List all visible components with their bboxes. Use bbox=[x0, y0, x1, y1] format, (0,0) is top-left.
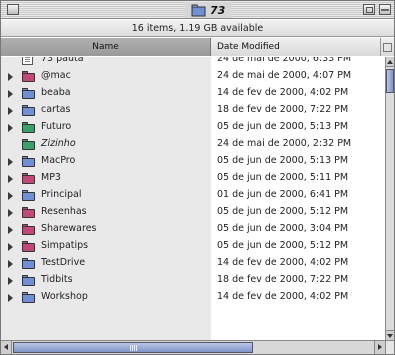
item-date-modified: 18 de fev de 2000, 7:22 PM bbox=[217, 104, 349, 115]
folder-icon[interactable] bbox=[22, 224, 35, 235]
disclosure-triangle-icon[interactable] bbox=[8, 107, 13, 115]
folder-icon bbox=[191, 4, 206, 16]
item-name[interactable]: Resenhas bbox=[41, 206, 87, 217]
list-item[interactable]: 73 pauta 24 de mai de 2000, 6:33 PM bbox=[1, 57, 385, 68]
list-item[interactable]: Simpatips 05 de jun de 2000, 5:12 PM bbox=[1, 238, 385, 255]
folder-icon[interactable] bbox=[22, 122, 35, 133]
item-date-modified: 05 de jun de 2000, 5:12 PM bbox=[217, 206, 349, 217]
item-date-modified: 01 de jun de 2000, 6:41 PM bbox=[217, 189, 349, 200]
disclosure-triangle-icon[interactable] bbox=[8, 124, 13, 132]
disclosure-triangle-icon[interactable] bbox=[8, 294, 13, 302]
item-date-modified: 18 de fev de 2000, 7:22 PM bbox=[217, 274, 349, 285]
folder-icon[interactable] bbox=[22, 139, 35, 150]
column-header: Name Date Modified bbox=[1, 38, 394, 56]
folder-icon[interactable] bbox=[22, 241, 35, 252]
folder-icon[interactable] bbox=[22, 258, 35, 269]
horizontal-scrollbar[interactable] bbox=[1, 340, 385, 354]
item-name[interactable]: Tidbits bbox=[41, 274, 73, 285]
item-date-modified: 24 de mai de 2000, 6:33 PM bbox=[217, 57, 352, 64]
item-name[interactable]: Simpatips bbox=[41, 240, 88, 251]
folder-icon[interactable] bbox=[22, 88, 35, 99]
scroll-left-arrow-icon[interactable] bbox=[1, 341, 12, 354]
sort-direction-button[interactable] bbox=[381, 38, 394, 56]
disclosure-triangle-icon[interactable] bbox=[8, 158, 13, 166]
window-title: 73 bbox=[185, 2, 232, 18]
item-date-modified: 05 de jun de 2000, 5:11 PM bbox=[217, 172, 349, 183]
folder-icon[interactable] bbox=[22, 105, 35, 116]
folder-icon[interactable] bbox=[22, 207, 35, 218]
folder-icon[interactable] bbox=[22, 71, 35, 82]
item-date-modified: 05 de jun de 2000, 5:13 PM bbox=[217, 155, 349, 166]
zoom-box-button[interactable] bbox=[363, 4, 375, 15]
item-date-modified: 05 de jun de 2000, 3:04 PM bbox=[217, 223, 349, 234]
disclosure-triangle-icon[interactable] bbox=[8, 90, 13, 98]
list-item[interactable]: Futuro 05 de jun de 2000, 5:13 PM bbox=[1, 119, 385, 136]
collapse-box-button[interactable] bbox=[379, 4, 391, 15]
item-name[interactable]: 73 pauta bbox=[41, 57, 84, 64]
list-item[interactable]: @mac 24 de mai de 2000, 4:07 PM bbox=[1, 68, 385, 85]
item-name[interactable]: beaba bbox=[41, 87, 71, 98]
item-name[interactable]: Principal bbox=[41, 189, 81, 200]
disclosure-triangle-icon[interactable] bbox=[8, 277, 13, 285]
window-title-text: 73 bbox=[210, 3, 226, 17]
item-name[interactable]: Workshop bbox=[41, 291, 88, 302]
list-item[interactable]: Zizinho 24 de mai de 2000, 2:32 PM bbox=[1, 136, 385, 153]
disclosure-triangle-icon[interactable] bbox=[8, 73, 13, 81]
disclosure-triangle-icon[interactable] bbox=[8, 243, 13, 251]
item-date-modified: 14 de fev de 2000, 4:02 PM bbox=[217, 291, 349, 302]
item-name[interactable]: Zizinho bbox=[41, 138, 76, 149]
resize-grow-box[interactable] bbox=[385, 340, 394, 354]
info-bar: 16 items, 1.19 GB available bbox=[1, 20, 394, 37]
item-name[interactable]: MacPro bbox=[41, 155, 75, 166]
list-item[interactable]: Workshop 14 de fev de 2000, 4:02 PM bbox=[1, 289, 385, 306]
item-date-modified: 14 de fev de 2000, 4:02 PM bbox=[217, 87, 349, 98]
disclosure-triangle-icon[interactable] bbox=[8, 175, 13, 183]
scroll-up-arrow-icon[interactable] bbox=[386, 57, 394, 67]
file-list: 73 pauta 24 de mai de 2000, 6:33 PM @mac 24… bbox=[1, 57, 385, 340]
list-item[interactable]: TestDrive 14 de fev de 2000, 4:02 PM bbox=[1, 255, 385, 272]
list-item[interactable]: Principal 01 de jun de 2000, 6:41 PM bbox=[1, 187, 385, 204]
list-item[interactable]: Tidbits 18 de fev de 2000, 7:22 PM bbox=[1, 272, 385, 289]
scroll-down-arrow-icon[interactable] bbox=[386, 330, 394, 340]
disclosure-triangle-icon[interactable] bbox=[8, 226, 13, 234]
list-item[interactable]: cartas 18 de fev de 2000, 7:22 PM bbox=[1, 102, 385, 119]
folder-icon[interactable] bbox=[22, 156, 35, 167]
item-date-modified: 24 de mai de 2000, 2:32 PM bbox=[217, 138, 352, 149]
item-name[interactable]: MP3 bbox=[41, 172, 61, 183]
disclosure-triangle-icon[interactable] bbox=[8, 192, 13, 200]
list-item[interactable]: MacPro 05 de jun de 2000, 5:13 PM bbox=[1, 153, 385, 170]
item-name[interactable]: Futuro bbox=[41, 121, 71, 132]
document-icon[interactable] bbox=[22, 57, 33, 65]
disclosure-triangle-icon[interactable] bbox=[8, 260, 13, 268]
folder-icon[interactable] bbox=[22, 292, 35, 303]
title-bar[interactable]: 73 bbox=[1, 1, 394, 19]
list-item[interactable]: beaba 14 de fev de 2000, 4:02 PM bbox=[1, 85, 385, 102]
folder-icon[interactable] bbox=[22, 173, 35, 184]
item-name[interactable]: TestDrive bbox=[41, 257, 85, 268]
item-date-modified: 24 de mai de 2000, 4:07 PM bbox=[217, 70, 352, 81]
vertical-scrollbar[interactable] bbox=[385, 57, 394, 340]
name-column-header[interactable]: Name bbox=[1, 38, 211, 56]
folder-icon[interactable] bbox=[22, 275, 35, 286]
date-modified-column-header[interactable]: Date Modified bbox=[211, 38, 381, 56]
item-date-modified: 05 de jun de 2000, 5:13 PM bbox=[217, 121, 349, 132]
finder-window: 73 16 items, 1.19 GB available Name Date… bbox=[0, 0, 395, 355]
item-name[interactable]: cartas bbox=[41, 104, 70, 115]
item-name[interactable]: @mac bbox=[41, 70, 71, 81]
disclosure-triangle-icon[interactable] bbox=[8, 209, 13, 217]
folder-icon[interactable] bbox=[22, 190, 35, 201]
list-item[interactable]: Resenhas 05 de jun de 2000, 5:12 PM bbox=[1, 204, 385, 221]
item-date-modified: 05 de jun de 2000, 5:12 PM bbox=[217, 240, 349, 251]
horizontal-scroll-thumb[interactable] bbox=[13, 342, 253, 353]
close-box-button[interactable] bbox=[7, 4, 19, 15]
item-name[interactable]: Sharewares bbox=[41, 223, 97, 234]
list-item[interactable]: Sharewares 05 de jun de 2000, 3:04 PM bbox=[1, 221, 385, 238]
scroll-right-arrow-icon[interactable] bbox=[374, 341, 385, 354]
item-date-modified: 14 de fev de 2000, 4:02 PM bbox=[217, 257, 349, 268]
list-item[interactable]: MP3 05 de jun de 2000, 5:11 PM bbox=[1, 170, 385, 187]
vertical-scroll-thumb[interactable] bbox=[386, 69, 394, 93]
